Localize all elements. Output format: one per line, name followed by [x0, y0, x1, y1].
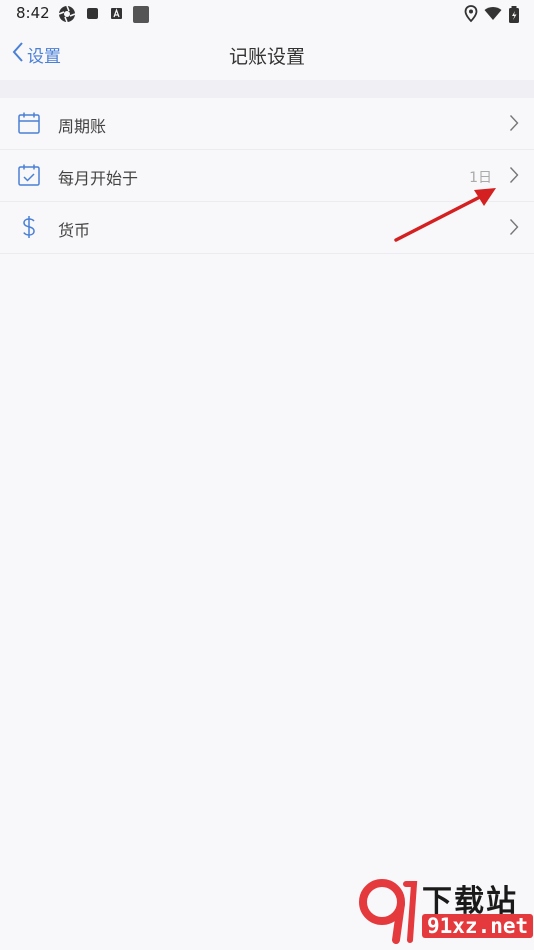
font-a-icon: [110, 5, 124, 27]
dollar-icon: [17, 215, 41, 239]
status-time: 8:42: [16, 4, 50, 22]
battery-charging-icon: [508, 5, 520, 29]
watermark-logo: [358, 878, 418, 948]
chevron-right-icon: [509, 166, 519, 184]
watermark-domain: 91xz.net: [422, 914, 534, 938]
app-square-icon: [132, 5, 150, 29]
settings-item-label: 每月开始于: [58, 169, 139, 188]
settings-item-periodic-bill[interactable]: 周期账: [0, 98, 534, 150]
watermark: 下载站 91xz.net: [358, 876, 534, 948]
status-bar: 8:42: [0, 0, 534, 28]
section-divider: [0, 80, 534, 98]
square-icon: [86, 5, 100, 27]
settings-item-label: 周期账: [58, 117, 107, 136]
calendar-check-icon: [17, 163, 41, 187]
chevron-right-icon: [509, 114, 519, 132]
annotation-arrow: [392, 182, 504, 250]
chevron-right-icon: [509, 218, 519, 236]
location-icon: [464, 5, 478, 27]
calendar-icon: [17, 111, 41, 135]
navigation-bar: 设置 记账设置: [0, 28, 534, 80]
page-title: 记账设置: [228, 46, 305, 68]
aperture-icon: [58, 5, 76, 27]
wifi-icon: [484, 5, 502, 27]
settings-item-label: 货币: [58, 221, 91, 240]
